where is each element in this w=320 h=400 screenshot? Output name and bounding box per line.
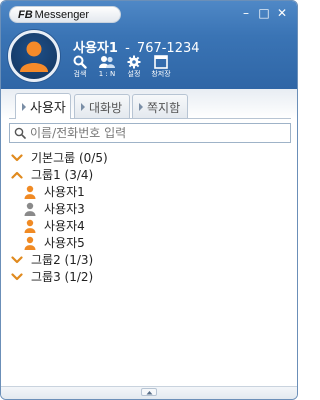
header: FB Messenger – □ ✕ 사용자1 - 767-1234 검색 1 … bbox=[1, 1, 297, 89]
search-icon bbox=[14, 127, 26, 139]
user-label: 사용자4 bbox=[44, 219, 85, 233]
tab-chatrooms[interactable]: 대화방 bbox=[74, 94, 130, 119]
brand-prefix: FB bbox=[18, 8, 33, 21]
group-label: 기본그룹 (0/5) bbox=[31, 151, 108, 165]
user-row[interactable]: 사용자4 bbox=[9, 217, 291, 234]
user-row[interactable]: 사용자3 bbox=[9, 200, 291, 217]
group-row-default[interactable]: 기본그룹 (0/5) bbox=[9, 149, 291, 166]
search-input[interactable] bbox=[30, 125, 280, 141]
chevron-down-icon bbox=[11, 153, 23, 161]
chevron-down-icon bbox=[11, 272, 23, 280]
group-row-3[interactable]: 그룹3 (1/2) bbox=[9, 268, 291, 285]
window-save-tool-button[interactable]: 창저장 bbox=[148, 55, 174, 83]
user-row[interactable]: 사용자5 bbox=[9, 234, 291, 251]
group-label: 그룹2 (1/3) bbox=[31, 253, 94, 267]
user-row[interactable]: 사용자1 bbox=[9, 183, 291, 200]
chevron-up-icon bbox=[11, 171, 23, 179]
avatar[interactable] bbox=[8, 30, 60, 82]
maximize-button[interactable]: □ bbox=[257, 6, 271, 20]
window-save-icon bbox=[154, 55, 168, 69]
tab-users-label: 사용자 bbox=[30, 101, 66, 116]
tab-arrow-icon bbox=[139, 103, 143, 111]
chevron-down-icon bbox=[11, 255, 23, 263]
user-online-icon bbox=[24, 219, 36, 233]
gear-icon bbox=[127, 55, 141, 69]
app-brand: FB Messenger bbox=[9, 6, 121, 23]
title-bar[interactable]: FB Messenger – □ ✕ bbox=[1, 1, 297, 27]
group-label: 그룹1 (3/4) bbox=[31, 168, 94, 182]
profile-separator: - bbox=[125, 41, 130, 56]
search-tool-label: 검색 bbox=[73, 70, 87, 78]
contact-tree: 기본그룹 (0/5) 그룹1 (3/4) 사용자1 사용자3 사용자4 사용자5… bbox=[9, 149, 291, 285]
group-row-1[interactable]: 그룹1 (3/4) bbox=[9, 166, 291, 183]
settings-tool-button[interactable]: 설정 bbox=[121, 55, 147, 83]
user-avatar-icon bbox=[20, 41, 48, 72]
user-online-icon bbox=[24, 185, 36, 199]
search-icon bbox=[73, 55, 87, 69]
close-button[interactable]: ✕ bbox=[275, 6, 289, 20]
user-label: 사용자5 bbox=[44, 236, 85, 250]
tab-chatrooms-label: 대화방 bbox=[89, 100, 123, 115]
settings-tool-label: 설정 bbox=[127, 70, 141, 78]
toolbar: 검색 1 : N 설정 창저장 bbox=[67, 55, 175, 83]
tab-users[interactable]: 사용자 bbox=[15, 93, 71, 119]
group-label: 그룹3 (1/2) bbox=[31, 270, 94, 284]
collapse-toggle-button[interactable] bbox=[141, 388, 157, 396]
messenger-window: FB Messenger – □ ✕ 사용자1 - 767-1234 검색 1 … bbox=[0, 0, 298, 400]
group-row-2[interactable]: 그룹2 (1/3) bbox=[9, 251, 291, 268]
search-box[interactable] bbox=[9, 123, 291, 143]
group-chat-tool-label: 1 : N bbox=[98, 70, 116, 78]
user-online-icon bbox=[24, 236, 36, 250]
user-label: 사용자1 bbox=[44, 185, 85, 199]
profile-line: 사용자1 - 767-1234 bbox=[73, 37, 200, 56]
tab-notes[interactable]: 쪽지함 bbox=[132, 94, 188, 119]
tab-notes-label: 쪽지함 bbox=[147, 100, 181, 115]
tab-arrow-icon bbox=[81, 103, 85, 111]
chevron-up-icon bbox=[146, 391, 153, 395]
group-chat-icon bbox=[99, 56, 115, 68]
user-label: 사용자3 bbox=[44, 202, 85, 216]
tab-arrow-icon bbox=[22, 102, 26, 111]
search-tool-button[interactable]: 검색 bbox=[67, 55, 93, 83]
brand-name: Messenger bbox=[34, 8, 90, 21]
window-save-tool-label: 창저장 bbox=[151, 70, 171, 78]
profile-phone: 767-1234 bbox=[136, 41, 200, 56]
user-offline-icon bbox=[24, 202, 36, 216]
minimize-button[interactable]: – bbox=[239, 6, 253, 20]
group-chat-tool-button[interactable]: 1 : N bbox=[94, 55, 120, 83]
profile-name: 사용자1 bbox=[73, 41, 118, 56]
